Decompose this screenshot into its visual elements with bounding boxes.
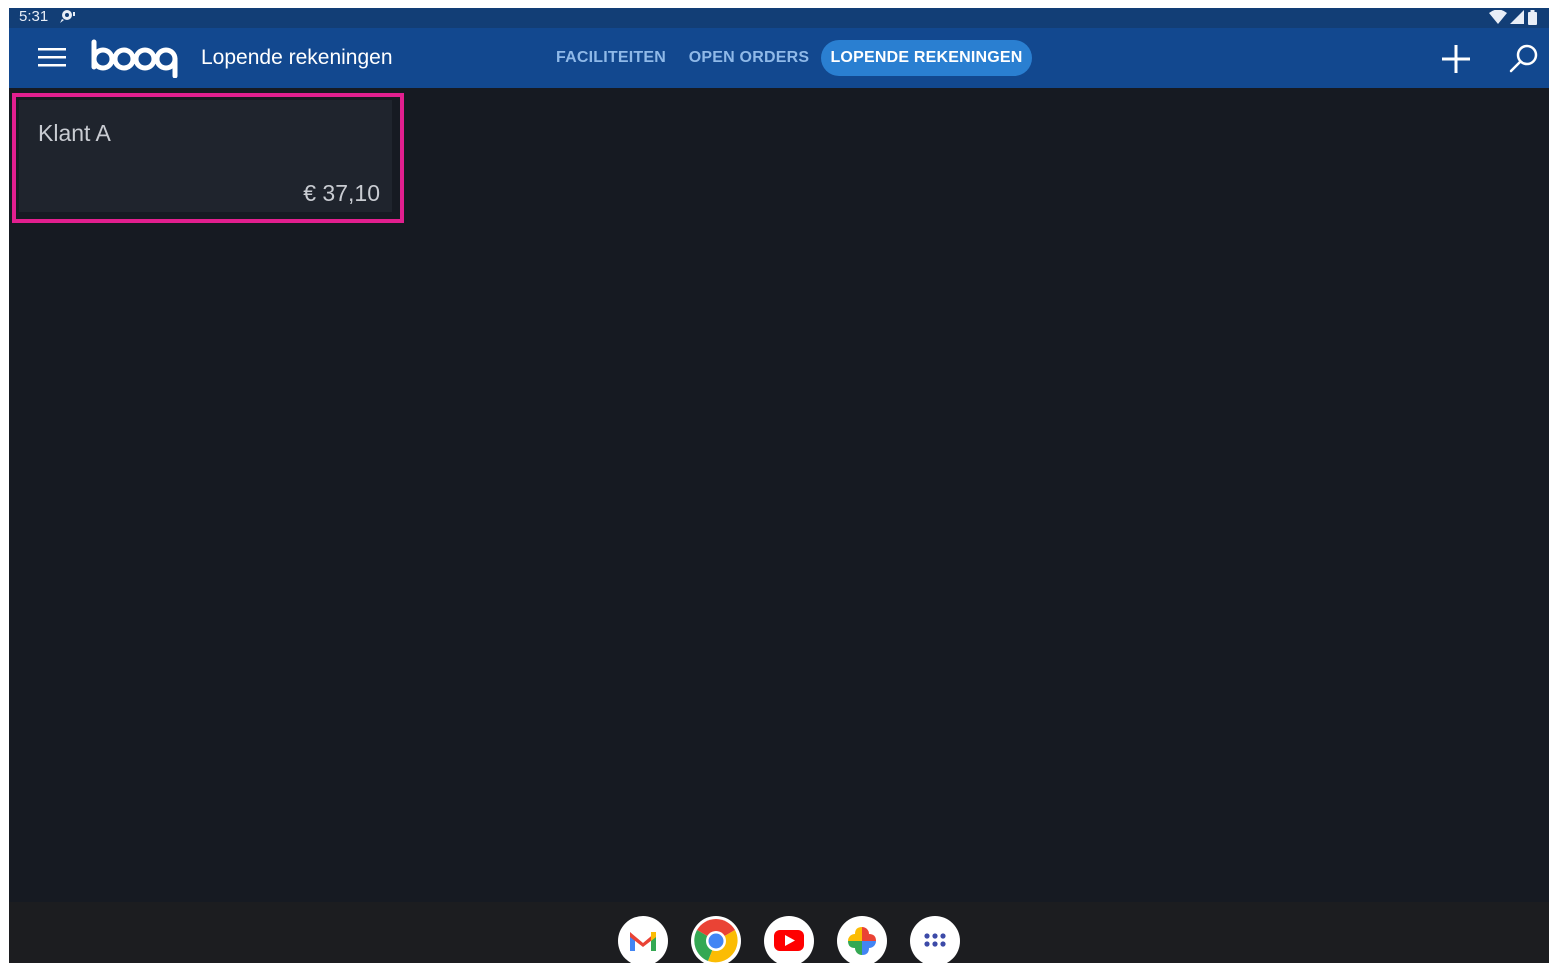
booq-logo <box>89 38 181 83</box>
tab-lopende-rekeningen[interactable]: LOPENDE REKENINGEN <box>821 40 1032 76</box>
battery-icon <box>1528 10 1537 25</box>
tab-open-orders[interactable]: OPEN ORDERS <box>688 40 810 76</box>
status-icons <box>1489 10 1537 25</box>
app-bar: Lopende rekeningen FACILITEITEN OPEN ORD… <box>9 28 1549 88</box>
youtube-icon[interactable] <box>764 916 814 963</box>
status-bar: 5:31 <box>9 8 1549 28</box>
photos-icon[interactable] <box>837 916 887 963</box>
status-time: 5:31 <box>19 8 49 25</box>
search-icon[interactable] <box>1507 42 1541 76</box>
wifi-icon <box>1489 10 1507 24</box>
account-card[interactable]: Klant A € 37,10 <box>19 100 392 212</box>
tab-faciliteiten[interactable]: FACILITEITEN <box>555 40 667 76</box>
device-screen: 5:31 Lopende rekeningen FACILITEITEN OPE… <box>9 8 1549 963</box>
signal-icon <box>1510 10 1524 24</box>
plus-icon[interactable] <box>1439 42 1473 76</box>
app-drawer-icon[interactable] <box>910 916 960 963</box>
account-amount: € 37,10 <box>303 180 380 206</box>
notification-icon <box>58 9 76 29</box>
page-title: Lopende rekeningen <box>201 46 393 69</box>
app-dock <box>9 902 1549 963</box>
gmail-icon[interactable] <box>618 916 668 963</box>
chrome-icon[interactable] <box>691 916 741 963</box>
account-name: Klant A <box>38 120 111 146</box>
hamburger-menu-icon[interactable] <box>29 44 75 72</box>
